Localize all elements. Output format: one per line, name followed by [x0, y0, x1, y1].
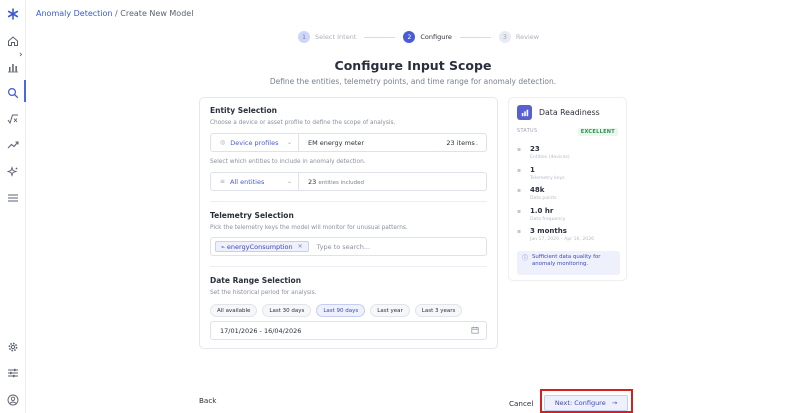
telemetry-chip-label: energyConsumption [226, 242, 293, 251]
trend-icon: ⌁ [221, 242, 225, 251]
profile-selector: ◎ Device profiles ⌄ EM energy meter 23 i… [210, 133, 487, 152]
chevron-down-icon: ⌄ [286, 139, 292, 146]
stat-value: 48k [530, 186, 545, 194]
data-points-icon: ▪ [517, 187, 522, 194]
quality-note: ⓘ Sufficient data quality for anomaly mo… [517, 251, 620, 275]
sparkle-icon[interactable] [6, 165, 20, 179]
clock-icon: ▪ [517, 208, 522, 215]
readiness-header: Data Readiness [517, 105, 600, 120]
stat-label: Telemetry keys [530, 176, 565, 181]
telemetry-key-input[interactable]: ⌁ energyConsumption ✕ Type to search... [210, 237, 487, 256]
stat-value: 3 months [530, 227, 567, 235]
stat-value: 23 [530, 145, 540, 153]
remove-chip-icon[interactable]: ✕ [298, 243, 303, 250]
next-configure-button[interactable]: Next: Configure → [544, 395, 628, 411]
included-suffix: entities included [318, 179, 365, 186]
step-connector [459, 36, 491, 38]
next-button-label: Next: Configure [554, 399, 606, 407]
stat-label: Data points [530, 196, 557, 201]
status-badge: EXCELLENT [577, 128, 618, 136]
search-analytics-icon[interactable] [6, 86, 20, 100]
chevron-down-icon: ⌄ [474, 140, 479, 147]
date-range-section-title: Date Range Selection [210, 276, 302, 285]
readiness-title: Data Readiness [539, 108, 600, 117]
logo-icon[interactable] [6, 7, 20, 21]
step-label: Configure [420, 33, 452, 41]
telemetry-section-desc: Pick the telemetry keys the model will m… [210, 225, 408, 231]
profile-type-dropdown[interactable]: ◎ Device profiles ⌄ [211, 134, 299, 151]
input-scope-card: Entity Selection Choose a device or asse… [199, 97, 498, 349]
step-number: 3 [498, 31, 511, 43]
stat-label: Entities (devices) [530, 155, 570, 160]
include-entities-desc: Select which entities to include in anom… [210, 159, 366, 165]
breadcrumb: Anomaly Detection / Create New Model [36, 9, 193, 18]
page-subtitle: Define the entities, telemetry points, a… [269, 77, 557, 86]
section-divider [210, 266, 487, 267]
info-icon: ⓘ [522, 255, 529, 262]
entity-section-title: Entity Selection [210, 106, 277, 115]
formula-icon[interactable] [6, 112, 20, 126]
chevron-down-icon: ⌄ [286, 178, 292, 185]
profile-type-label: Device profiles [230, 138, 279, 147]
entities-filter-label: All entities [230, 177, 265, 186]
profile-count-dropdown[interactable]: 23 items⌄ [446, 139, 479, 147]
date-range-value: 17/01/2026 - 16/04/2026 [220, 326, 302, 335]
step-number: 1 [298, 31, 310, 43]
entities-selector: ≡ All entities ⌄ 23 entities included [210, 172, 487, 191]
key-icon: ▪ [517, 167, 522, 174]
telemetry-section-title: Telemetry Selection [210, 211, 294, 220]
breadcrumb-current: Create New Model [120, 9, 194, 18]
home-icon[interactable] [6, 34, 20, 48]
stat-label: Data frequency [530, 217, 566, 222]
data-readiness-panel: Data Readiness STATUS EXCELLENT ▪ 23 Ent… [508, 97, 627, 281]
preset-last-90-days[interactable]: Last 90 days [316, 304, 366, 317]
step-connector [364, 36, 396, 38]
calendar-icon[interactable] [471, 326, 479, 336]
user-account-icon[interactable] [6, 393, 20, 407]
step-label: Select Intent [315, 33, 357, 41]
preset-all-available[interactable]: All available [210, 304, 258, 317]
profile-count: 23 items [446, 138, 475, 147]
date-preset-group: All available Last 30 days Last 90 days … [210, 304, 467, 317]
filter-icon: ≡ [220, 178, 226, 185]
status-label: STATUS [517, 129, 538, 134]
stat-value: 1.0 hr [530, 207, 554, 215]
filters-icon[interactable] [6, 366, 20, 380]
cancel-button[interactable]: Cancel [509, 399, 533, 408]
readiness-chart-icon [517, 105, 532, 120]
calendar-icon: ▪ [517, 228, 522, 235]
preset-last-3-years[interactable]: Last 3 years [414, 304, 463, 317]
settings-icon[interactable] [6, 340, 20, 354]
entity-section-desc: Choose a device or asset profile to defi… [210, 120, 396, 126]
wizard-stepper: 1 Select Intent 2 Configure 3 Review [298, 31, 539, 43]
entities-icon: ▪ [517, 146, 522, 153]
preset-last-30-days[interactable]: Last 30 days [262, 304, 312, 317]
page-title: Configure Input Scope [334, 58, 492, 73]
step-configure[interactable]: 2 Configure [403, 31, 452, 43]
entities-filter-dropdown[interactable]: ≡ All entities ⌄ [211, 173, 299, 190]
date-range-input[interactable]: 17/01/2026 - 16/04/2026 [210, 321, 487, 340]
included-entities-summary: 23 entities included [299, 178, 364, 186]
profile-icon: ◎ [220, 139, 226, 146]
step-select-intent[interactable]: 1 Select Intent [298, 31, 356, 43]
telemetry-search-placeholder: Type to search... [316, 242, 371, 251]
section-divider [210, 201, 487, 202]
trend-icon[interactable] [6, 138, 20, 152]
step-number: 2 [403, 31, 416, 43]
stat-value: 1 [530, 166, 535, 174]
step-review[interactable]: 3 Review [498, 31, 540, 43]
quality-note-text: Sufficient data quality for anomaly moni… [532, 254, 601, 267]
preset-last-year[interactable]: Last year [370, 304, 410, 317]
breadcrumb-link-anomaly-detection[interactable]: Anomaly Detection [36, 9, 113, 18]
telemetry-chip: ⌁ energyConsumption ✕ [215, 241, 309, 252]
step-label: Review [515, 33, 540, 41]
app-root: › Anomaly Detection / Create New Model 1… [0, 0, 800, 413]
arrow-right-icon: → [611, 399, 618, 407]
date-range-section-desc: Set the historical period for analysis. [210, 290, 317, 296]
back-button[interactable]: Back [199, 396, 216, 405]
profile-value[interactable]: EM energy meter [299, 139, 364, 147]
included-count: 23 [308, 177, 317, 186]
stat-label: Jan 17, 2026 – Apr 16, 2026 [530, 237, 595, 242]
menu-icon[interactable] [6, 191, 20, 205]
